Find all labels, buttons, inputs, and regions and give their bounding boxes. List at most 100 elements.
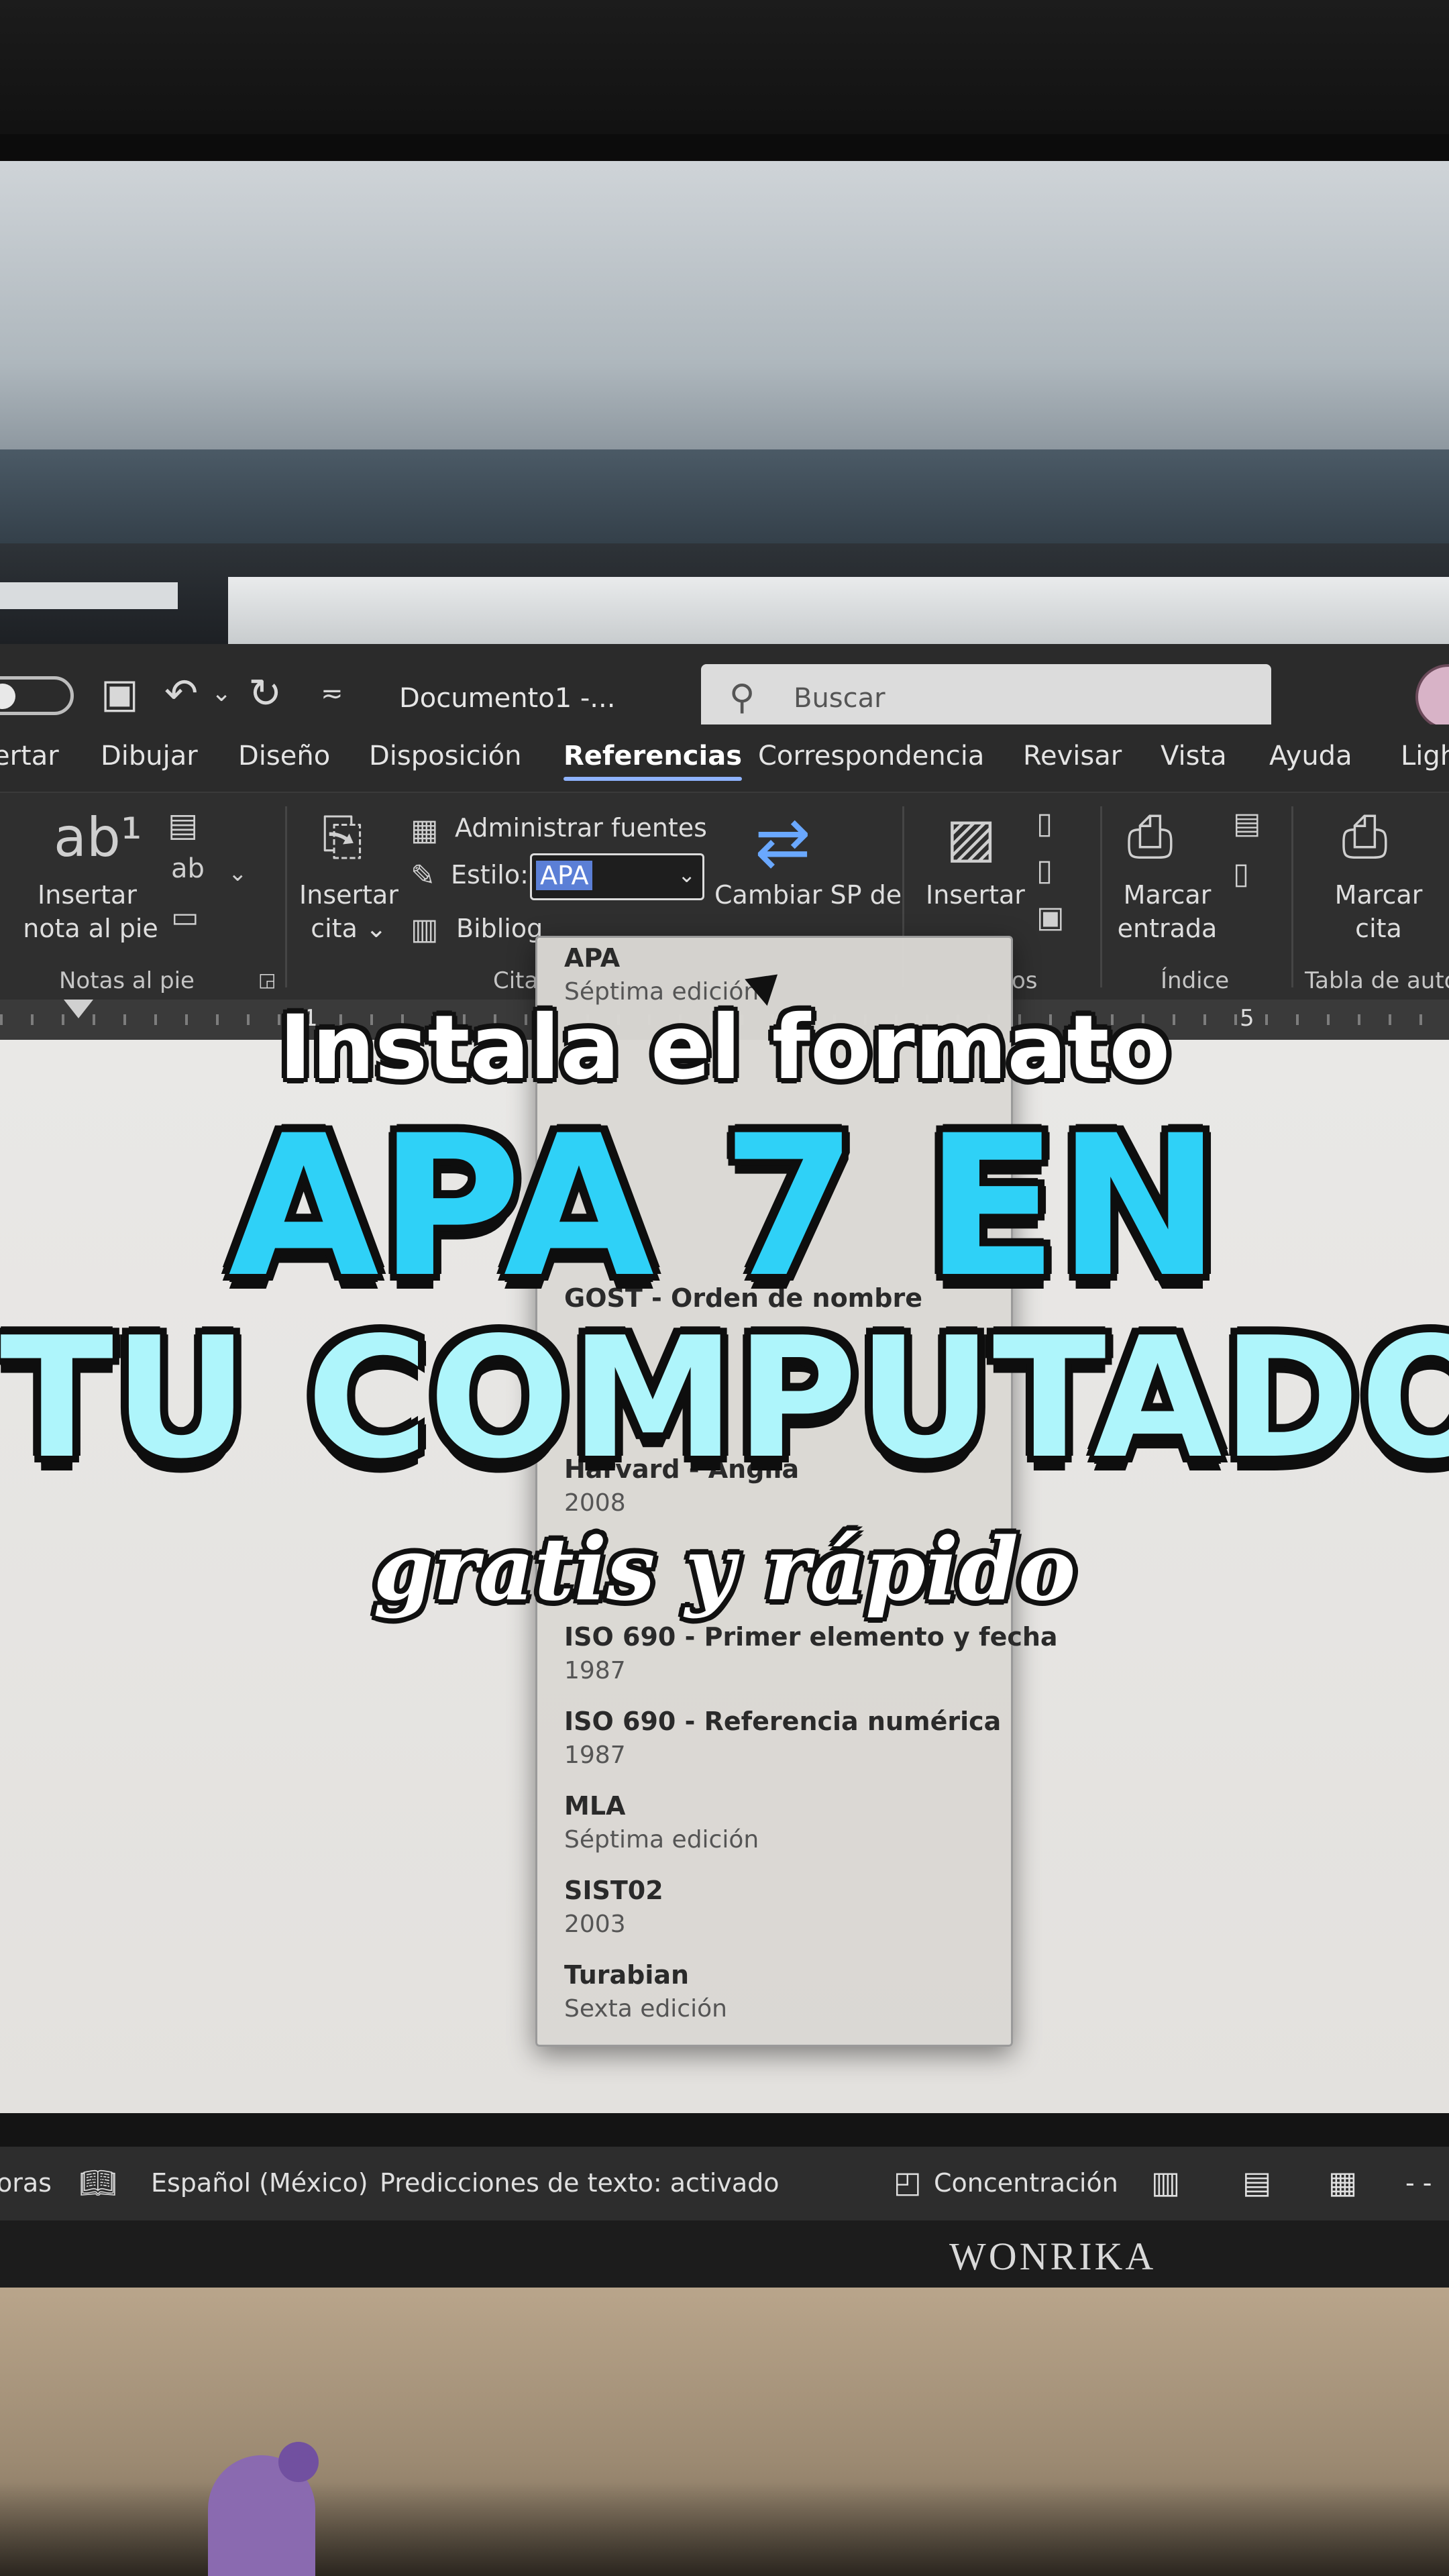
citations-group-label: Cita	[493, 967, 539, 994]
list-item-sub: Séptima edición	[564, 1826, 759, 1854]
list-item-sub: Sexta edición	[564, 1995, 727, 2023]
update-table-icon[interactable]: ▯	[1036, 853, 1053, 888]
list-item-sub: 1987	[564, 1741, 626, 1769]
list-item-name: SIST02	[564, 1876, 663, 1905]
tab-help[interactable]: Ayuda	[1269, 741, 1352, 771]
screen-band	[0, 449, 1449, 543]
undo-icon[interactable]: ↶	[164, 674, 198, 714]
word-count[interactable]: oras	[0, 2168, 52, 2198]
bibliography-icon: ▥	[411, 912, 439, 947]
swap-arrows-icon: ⇄	[755, 803, 811, 881]
mark-citation-label1[interactable]: Marcar	[1325, 880, 1432, 910]
status-bar: oras 📖︎ Español (México) Predicciones de…	[0, 2147, 1449, 2220]
customize-toolbar-icon[interactable]: ≂	[321, 674, 343, 714]
manage-sources-button[interactable]: Administrar fuentes	[455, 813, 707, 843]
list-item-name: APA	[564, 943, 621, 973]
manage-sources-icon: ▦	[411, 813, 439, 847]
mark-entry-icon: ⎙	[1127, 803, 1173, 870]
monitor-edge	[0, 134, 1449, 161]
insert-citation-label2[interactable]: cita ⌄	[295, 914, 402, 943]
read-mode-icon[interactable]: ▥	[1151, 2164, 1180, 2200]
language-status[interactable]: Español (México)	[151, 2168, 368, 2198]
bibliography-button[interactable]: Bibliog	[456, 914, 543, 943]
insert-footnote-label2[interactable]: nota al pie	[20, 914, 161, 943]
mark-citation-label2[interactable]: cita	[1325, 914, 1432, 943]
tab-draw[interactable]: Dibujar	[101, 741, 198, 771]
cross-reference-icon[interactable]: ▣	[1036, 900, 1065, 934]
tab-review[interactable]: Revisar	[1023, 741, 1122, 771]
print-layout-icon[interactable]: ▤	[1242, 2164, 1271, 2200]
change-sp-button[interactable]: Cambiar SP de	[714, 880, 902, 910]
list-item-sub: 2003	[564, 1911, 626, 1938]
insert-citation-icon: ⎘	[322, 806, 363, 866]
tab-light[interactable]: Ligh	[1401, 741, 1449, 771]
insert-endnote-icon[interactable]: ▤	[168, 806, 198, 844]
separator	[285, 806, 287, 987]
screen-photo: ▣ ↶ ⌄ ↻ ≂ Documento1 -... ⚲ Buscar ertar…	[0, 0, 1449, 2576]
tab-insert[interactable]: ertar	[0, 741, 59, 771]
list-item[interactable]: ISO 690 - Primer elemento y fecha 1987	[564, 1622, 1058, 1684]
list-item[interactable]: Turabian Sexta edición	[564, 1960, 1000, 2023]
search-icon: ⚲	[729, 678, 755, 718]
list-item-name: MLA	[564, 1791, 626, 1821]
separator	[1100, 806, 1102, 987]
document-title: Documento1 -...	[399, 683, 616, 714]
avatar[interactable]	[1415, 664, 1449, 730]
search-input[interactable]: ⚲ Buscar	[701, 664, 1271, 731]
table-of-figures-icon[interactable]: ▯	[1036, 806, 1053, 841]
ribbon-tabs: ertar Dibujar Diseño Disposición Referen…	[0, 724, 1449, 792]
monitor-bezel-bottom: WONRIKA	[0, 2220, 1449, 2288]
captions-group-label: os	[1012, 967, 1038, 994]
search-placeholder: Buscar	[794, 683, 885, 714]
paper-edge-left	[0, 582, 178, 609]
dialog-launcher-icon[interactable]: ◲	[258, 969, 276, 991]
focus-icon: ◰	[894, 2165, 922, 2200]
text-predictions-status[interactable]: Predicciones de texto: activado	[380, 2168, 780, 2198]
background-top	[0, 0, 1449, 154]
overlay-line-3: TU COMPUTADORA	[0, 1302, 1449, 1495]
list-item[interactable]: MLA Séptima edición	[564, 1791, 1000, 1854]
insert-footnote-label1[interactable]: Insertar	[27, 880, 148, 910]
save-icon[interactable]: ▣	[101, 674, 139, 714]
list-item-name: ISO 690 - Referencia numérica	[564, 1707, 1002, 1736]
insert-caption-button[interactable]: Insertar	[926, 880, 1025, 910]
redo-icon[interactable]: ↻	[248, 674, 282, 714]
insert-index-icon[interactable]: ▤	[1233, 806, 1261, 841]
zoom-out-button[interactable]: - -	[1405, 2168, 1432, 2198]
style-select-value: APA	[536, 861, 593, 890]
next-footnote-icon[interactable]: ab	[171, 853, 205, 884]
list-item[interactable]: SIST02 2003	[564, 1876, 1000, 1938]
footnotes-group-label: Notas al pie	[59, 967, 195, 994]
overlay-line-1: Instala el formato	[278, 996, 1171, 1099]
style-label: Estilo:	[451, 860, 529, 890]
mark-entry-label1[interactable]: Marcar	[1114, 880, 1221, 910]
tab-view[interactable]: Vista	[1161, 741, 1227, 771]
screen-glare	[0, 161, 1449, 449]
monitor-brand-logo: WONRIKA	[949, 2235, 1157, 2278]
undo-dropdown-icon[interactable]: ⌄	[211, 674, 231, 714]
chevron-down-icon: ⌄	[678, 862, 696, 888]
overlay-line-4: gratis y rápido	[373, 1519, 1076, 1620]
web-layout-icon[interactable]: ▦	[1328, 2164, 1357, 2200]
list-item[interactable]: ISO 690 - Referencia numérica 1987	[564, 1707, 1002, 1769]
separator	[1291, 806, 1293, 987]
style-select[interactable]: APA ⌄	[530, 853, 704, 900]
tab-design[interactable]: Diseño	[238, 741, 330, 771]
show-notes-icon[interactable]: ▭	[171, 900, 199, 934]
mark-entry-label2[interactable]: entrada	[1114, 914, 1221, 943]
tab-references[interactable]: Referencias	[564, 741, 743, 781]
update-index-icon[interactable]: ▯	[1233, 857, 1249, 891]
tab-mailings[interactable]: Correspondencia	[758, 741, 984, 771]
tab-layout[interactable]: Disposición	[369, 741, 522, 771]
insert-citation-label1[interactable]: Insertar	[295, 880, 402, 910]
paper-edge	[228, 577, 1449, 644]
focus-button[interactable]: Concentración	[934, 2168, 1118, 2198]
overlay-line-2: APA 7 EN	[228, 1094, 1221, 1320]
list-item-name: ISO 690 - Primer elemento y fecha	[564, 1622, 1058, 1652]
chevron-down-icon[interactable]: ⌄	[228, 860, 248, 887]
book-icon[interactable]: 📖︎	[79, 2165, 117, 2200]
autosave-toggle[interactable]	[0, 676, 74, 715]
insert-caption-icon: ▨	[946, 806, 997, 869]
list-item-name: Turabian	[564, 1960, 690, 1990]
title-bar: ▣ ↶ ⌄ ↻ ≂ Documento1 -... ⚲ Buscar	[0, 644, 1449, 731]
